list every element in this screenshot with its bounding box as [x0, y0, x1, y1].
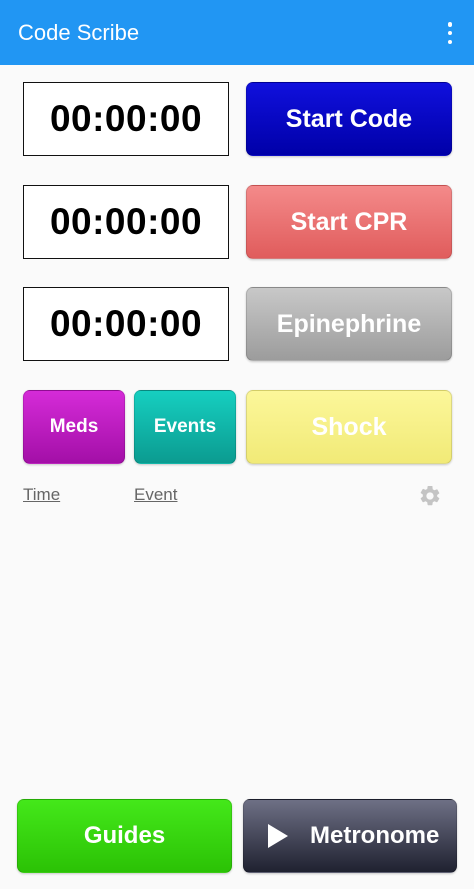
menu-dot	[447, 30, 453, 36]
more-vert-icon[interactable]	[436, 18, 464, 48]
menu-dot	[447, 39, 453, 44]
start-code-button[interactable]: Start Code	[246, 82, 452, 156]
events-button[interactable]: Events	[134, 390, 236, 464]
metronome-label: Metronome	[310, 822, 440, 849]
cpr-timer: 00:00:00	[23, 185, 229, 259]
app-title: Code Scribe	[18, 20, 140, 45]
menu-dot	[447, 22, 453, 27]
epinephrine-button[interactable]: Epinephrine	[246, 287, 452, 361]
guides-button[interactable]: Guides	[17, 799, 232, 873]
metronome-button[interactable]: Metronome	[243, 799, 457, 873]
event-column-header[interactable]: Event	[134, 485, 177, 505]
epinephrine-timer: 00:00:00	[23, 287, 229, 361]
meds-button[interactable]: Meds	[23, 390, 125, 464]
code-timer: 00:00:00	[23, 82, 229, 156]
start-cpr-button[interactable]: Start CPR	[246, 185, 452, 259]
shock-button[interactable]: Shock	[246, 390, 452, 464]
app-bar: Code Scribe	[0, 0, 474, 65]
time-column-header[interactable]: Time	[23, 485, 60, 505]
play-icon	[268, 824, 288, 848]
gear-icon[interactable]	[418, 484, 442, 508]
